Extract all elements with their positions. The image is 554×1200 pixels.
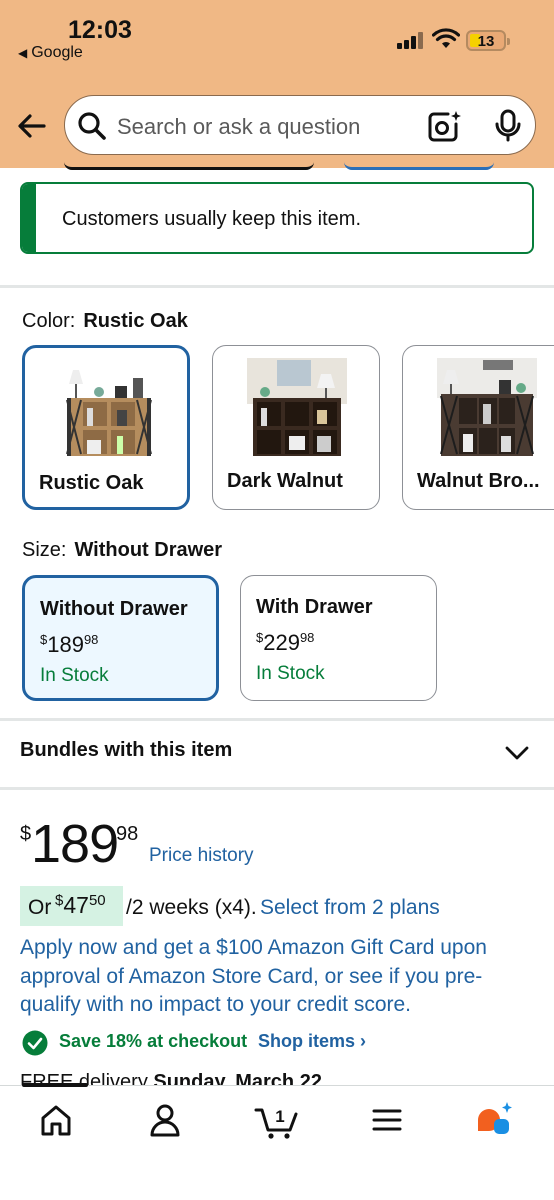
installment-amount: $4750 xyxy=(55,892,106,918)
account-icon[interactable] xyxy=(145,1100,185,1140)
size-label-row: Size: Without Drawer xyxy=(22,539,222,562)
size-option-price: $18998 xyxy=(40,632,99,657)
color-option-walnut-brown[interactable]: Walnut Bro... xyxy=(402,345,554,510)
battery-icon: 13 xyxy=(466,30,510,51)
scrolled-button-edge xyxy=(64,162,314,170)
app-header: 12:03 ◀ Google 13 Search or ask a questio… xyxy=(0,0,554,168)
size-option-stock: In Stock xyxy=(256,663,325,684)
back-arrow-icon[interactable] xyxy=(14,108,50,144)
active-tab-indicator xyxy=(22,1083,88,1087)
battery-level: 13 xyxy=(477,33,495,50)
shelf-image xyxy=(247,358,347,456)
color-option-dark-walnut[interactable]: Dark Walnut xyxy=(212,345,380,510)
size-option-price: $22998 xyxy=(256,630,315,655)
check-circle-icon xyxy=(22,1030,48,1056)
size-option-label: Without Drawer xyxy=(40,598,188,620)
back-app-label: Google xyxy=(31,44,83,61)
cart-icon[interactable]: 1 xyxy=(254,1100,300,1140)
shelf-image xyxy=(437,358,537,456)
status-time: 12:03 xyxy=(68,16,132,44)
status-back-to-app[interactable]: ◀ Google xyxy=(18,44,83,62)
search-input[interactable]: Search or ask a question xyxy=(117,114,360,140)
color-option-label: Rustic Oak xyxy=(39,472,144,494)
home-icon[interactable] xyxy=(36,1100,76,1140)
color-option-label: Dark Walnut xyxy=(227,470,343,492)
chevron-right-icon: › xyxy=(360,1031,367,1051)
color-label-row: Color: Rustic Oak xyxy=(22,310,188,333)
savings-text: Save 18% at checkout xyxy=(59,1031,248,1051)
banner-accent xyxy=(22,184,36,252)
color-label: Color: xyxy=(22,310,76,332)
size-option-stock: In Stock xyxy=(40,665,109,686)
back-triangle-icon: ◀ xyxy=(18,46,28,60)
shelf-image xyxy=(66,370,152,456)
cellular-signal-icon xyxy=(397,32,423,49)
installment-period: /2 weeks (x4). xyxy=(126,896,257,919)
microphone-icon[interactable] xyxy=(493,109,523,143)
bottom-nav: 1 xyxy=(0,1083,554,1200)
search-icon xyxy=(78,112,106,140)
store-card-offer-link[interactable]: Apply now and get a $100 Amazon Gift Car… xyxy=(20,934,520,1020)
price-history-link[interactable]: Price history xyxy=(149,845,254,867)
cart-count: 1 xyxy=(275,1107,284,1126)
shop-items-link[interactable]: Shop items › xyxy=(258,1031,366,1052)
section-divider xyxy=(0,285,554,288)
section-divider xyxy=(0,718,554,721)
select-plans-link[interactable]: Select from 2 plans xyxy=(260,896,440,920)
installment-prefix: Or xyxy=(28,896,52,919)
color-option-rustic-oak[interactable]: Rustic Oak xyxy=(22,345,190,510)
section-divider xyxy=(0,787,554,790)
rufus-icon[interactable] xyxy=(474,1100,514,1140)
keep-item-text: Customers usually keep this item. xyxy=(62,208,362,230)
size-option-without-drawer[interactable]: Without Drawer $18998 In Stock xyxy=(22,575,219,701)
camera-lens-icon[interactable] xyxy=(427,109,461,143)
keep-item-banner: Customers usually keep this item. xyxy=(20,182,534,254)
color-option-label: Walnut Bro... xyxy=(417,470,540,492)
bundles-toggle[interactable]: Bundles with this item xyxy=(20,739,232,762)
chevron-down-icon[interactable] xyxy=(504,740,530,766)
menu-icon[interactable] xyxy=(367,1100,407,1140)
wifi-icon xyxy=(432,28,460,48)
size-label: Size: xyxy=(22,539,67,561)
search-bar[interactable]: Search or ask a question xyxy=(64,95,536,155)
size-option-label: With Drawer xyxy=(256,596,373,618)
color-selected-value: Rustic Oak xyxy=(83,310,188,332)
size-option-with-drawer[interactable]: With Drawer $22998 In Stock xyxy=(240,575,437,701)
size-selected-value: Without Drawer xyxy=(74,539,223,561)
scrolled-button-edge xyxy=(344,162,494,170)
